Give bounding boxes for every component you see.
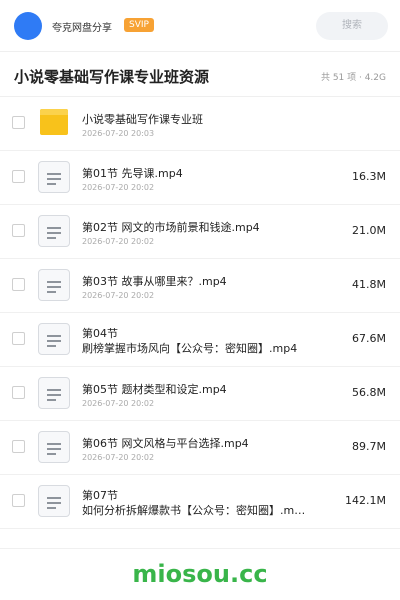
- item-name: 第01节 先导课.mp4: [82, 167, 183, 180]
- item-date: 2026-07-20 20:02: [82, 399, 155, 408]
- avatar[interactable]: [14, 12, 42, 40]
- video-file-icon: [38, 484, 70, 518]
- video-file-icon: [38, 376, 70, 410]
- folder-title-bar: 小说零基础写作课专业班资源 共 51 项 · 4.2G: [0, 52, 400, 97]
- item-date: 2026-07-20 20:02: [82, 291, 155, 300]
- item-name-line2: 如何分析拆解爆款书【公众号：密知圈】.m…: [82, 504, 306, 517]
- list-item[interactable]: 第04节 刷榜掌握市场风向【公众号：密知圈】.mp4 67.6M: [0, 313, 400, 367]
- item-name: 第02节 网文的市场前景和钱途.mp4: [82, 221, 260, 234]
- list-item[interactable]: 第05节 题材类型和设定.mp4 2026-07-20 20:02 56.8M: [0, 367, 400, 421]
- file-list: 小说零基础写作课专业班 2026-07-20 20:03 第01节 先导课.mp…: [0, 97, 400, 529]
- select-checkbox[interactable]: [12, 494, 25, 507]
- item-name: 第03节 故事从哪里来？.mp4: [82, 275, 227, 288]
- select-checkbox[interactable]: [12, 116, 25, 129]
- item-size: 142.1M: [345, 494, 386, 507]
- list-item[interactable]: 小说零基础写作课专业班 2026-07-20 20:03: [0, 97, 400, 151]
- item-name-line1: 第07节: [82, 489, 118, 502]
- select-checkbox[interactable]: [12, 386, 25, 399]
- item-name: 第07节 如何分析拆解爆款书【公众号：密知圈】.m…: [82, 488, 332, 518]
- select-checkbox[interactable]: [12, 440, 25, 453]
- item-name-line1: 第04节: [82, 327, 118, 340]
- item-date: 2026-07-20 20:02: [82, 237, 155, 246]
- item-size: 89.7M: [352, 440, 386, 453]
- header: 夸克网盘分享 SVIP 搜索: [0, 0, 400, 52]
- item-name: 第06节 网文风格与平台选择.mp4: [82, 437, 249, 450]
- item-size: 56.8M: [352, 386, 386, 399]
- list-item[interactable]: 第03节 故事从哪里来？.mp4 2026-07-20 20:02 41.8M: [0, 259, 400, 313]
- list-item[interactable]: 第07节 如何分析拆解爆款书【公众号：密知圈】.m… 142.1M: [0, 475, 400, 529]
- item-date: 2026-07-20 20:03: [82, 129, 155, 138]
- item-size: 41.8M: [352, 278, 386, 291]
- item-size: 16.3M: [352, 170, 386, 183]
- search-input[interactable]: 搜索: [316, 12, 388, 40]
- video-file-icon: [38, 322, 70, 356]
- item-name-line2: 刷榜掌握市场风向【公众号：密知圈】.mp4: [82, 342, 298, 355]
- list-item[interactable]: 第01节 先导课.mp4 2026-07-20 20:02 16.3M: [0, 151, 400, 205]
- item-size: 21.0M: [352, 224, 386, 237]
- watermark: miosou.cc: [132, 560, 268, 588]
- svip-badge: SVIP: [124, 18, 154, 32]
- video-file-icon: [38, 214, 70, 248]
- user-name[interactable]: 夸克网盘分享: [52, 19, 112, 34]
- list-item[interactable]: 第02节 网文的市场前景和钱途.mp4 2026-07-20 20:02 21.…: [0, 205, 400, 259]
- select-checkbox[interactable]: [12, 224, 25, 237]
- item-name: 第05节 题材类型和设定.mp4: [82, 383, 227, 396]
- list-item[interactable]: 第06节 网文风格与平台选择.mp4 2026-07-20 20:02 89.7…: [0, 421, 400, 475]
- select-checkbox[interactable]: [12, 170, 25, 183]
- video-file-icon: [38, 430, 70, 464]
- select-checkbox[interactable]: [12, 278, 25, 291]
- folder-icon: [38, 106, 70, 140]
- folder-meta: 共 51 项 · 4.2G: [320, 73, 386, 83]
- page-title: 小说零基础写作课专业班资源: [14, 68, 210, 86]
- select-checkbox[interactable]: [12, 332, 25, 345]
- item-name: 小说零基础写作课专业班: [82, 113, 203, 126]
- divider: [0, 548, 400, 549]
- video-file-icon: [38, 268, 70, 302]
- item-date: 2026-07-20 20:02: [82, 183, 155, 192]
- item-size: 67.6M: [352, 332, 386, 345]
- item-name: 第04节 刷榜掌握市场风向【公众号：密知圈】.mp4: [82, 326, 332, 356]
- item-date: 2026-07-20 20:02: [82, 453, 155, 462]
- video-file-icon: [38, 160, 70, 194]
